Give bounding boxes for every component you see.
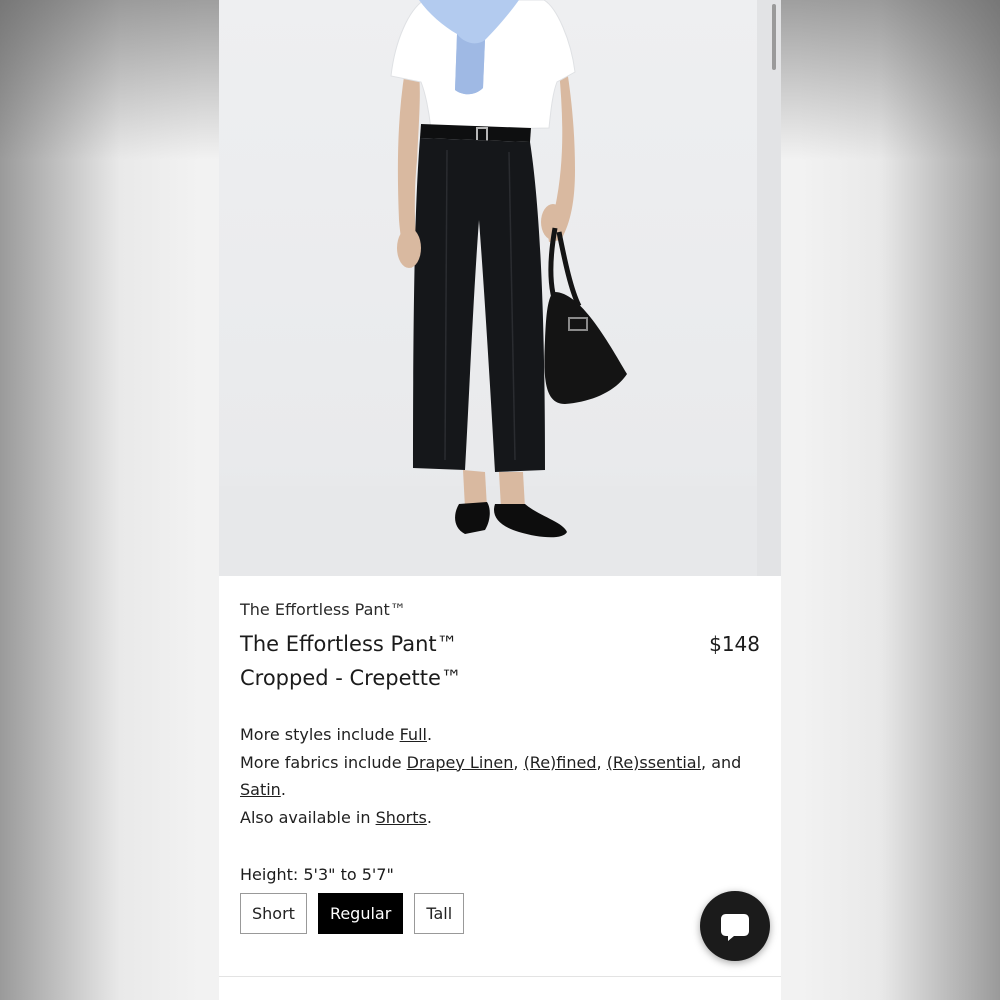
- product-description: More styles include Full. More fabrics i…: [240, 721, 760, 831]
- fabric-link-drapey-linen[interactable]: Drapey Linen: [407, 753, 514, 772]
- fabric-link-refined[interactable]: (Re)fined: [524, 753, 597, 772]
- scrollbar-thumb[interactable]: [772, 4, 776, 70]
- style-link-full[interactable]: Full: [400, 725, 427, 744]
- product-screen: The Effortless Pant™ The Effortless Pant…: [219, 0, 781, 1000]
- height-label: Height: 5'3" to 5'7": [240, 865, 394, 884]
- chat-bubble-icon: [721, 914, 749, 941]
- section-divider: [219, 976, 781, 977]
- chat-button[interactable]: [700, 891, 770, 961]
- height-selector: Short Regular Tall: [240, 893, 760, 934]
- product-image[interactable]: [219, 0, 781, 576]
- title-row: The Effortless Pant™ Cropped - Crepette™…: [240, 627, 760, 695]
- styles-prefix: More styles include: [240, 725, 400, 744]
- product-brand: The Effortless Pant™: [240, 600, 406, 619]
- also-prefix: Also available in: [240, 807, 376, 827]
- product-title-line1: The Effortless Pant™: [240, 632, 458, 656]
- also-line: Also available in Shorts.: [240, 807, 432, 827]
- fabrics-line: More fabrics include Drapey Linen, (Re)f…: [240, 752, 742, 800]
- fabrics-prefix: More fabrics include: [240, 752, 407, 772]
- fabric-link-satin[interactable]: Satin: [240, 780, 281, 799]
- product-title-line2: Cropped - Crepette™: [240, 666, 462, 690]
- model-photo: [390, 0, 627, 538]
- also-link-shorts[interactable]: Shorts: [376, 808, 427, 827]
- product-info: The Effortless Pant™ The Effortless Pant…: [240, 600, 760, 934]
- height-option-tall[interactable]: Tall: [414, 893, 465, 934]
- height-option-short[interactable]: Short: [240, 893, 307, 934]
- product-price: $148: [709, 632, 760, 656]
- styles-line: More styles include Full.: [240, 725, 433, 744]
- height-option-regular[interactable]: Regular: [317, 893, 404, 934]
- fabric-link-ressential[interactable]: (Re)ssential: [607, 753, 701, 772]
- product-title: The Effortless Pant™ Cropped - Crepette™: [240, 627, 620, 695]
